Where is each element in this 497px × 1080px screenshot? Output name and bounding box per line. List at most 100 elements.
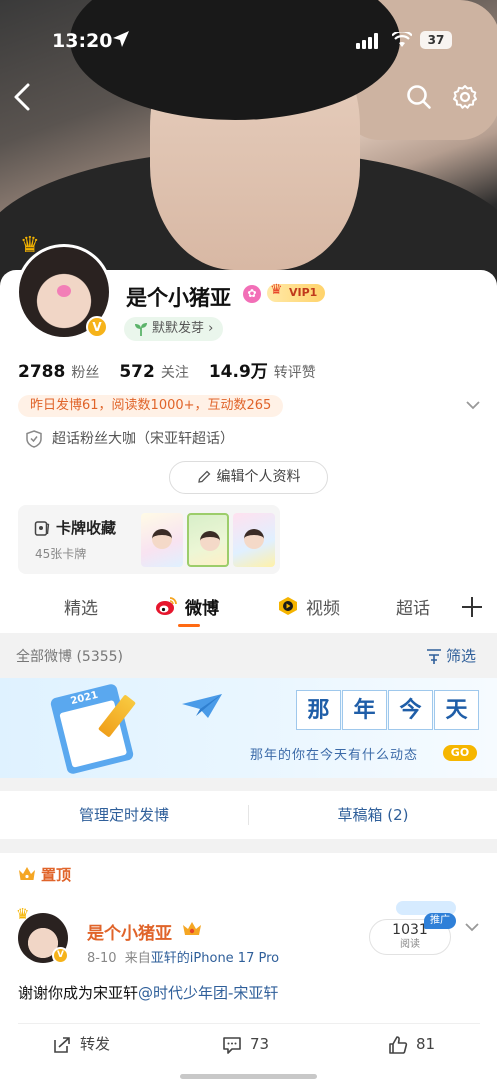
card-icon	[34, 521, 50, 536]
tag-label: 默默发芽	[152, 321, 205, 336]
vip-crown-icon	[183, 922, 201, 935]
repost-button[interactable]: 转发	[52, 1033, 110, 1055]
manage-bar: 管理定时发博 草稿箱 (2)	[0, 791, 497, 839]
banner-go-button[interactable]: GO	[443, 745, 477, 761]
crown-icon: ♛	[20, 233, 40, 258]
filter-label: 筛选	[446, 647, 477, 665]
scheduled-posts-button[interactable]: 管理定时发博	[0, 791, 248, 839]
tab-featured[interactable]: 精选	[64, 594, 98, 619]
thumbs-up-icon	[389, 1036, 408, 1054]
post-date: 8-10	[87, 951, 117, 966]
sprout-tag[interactable]: 默默发芽 ›	[124, 317, 224, 341]
banner-title: 那 年 今 天	[296, 690, 480, 730]
home-indicator[interactable]	[180, 1074, 317, 1079]
paper-plane-icon	[182, 694, 222, 718]
promote-tag[interactable]: 推广	[424, 913, 456, 929]
vip-crown-icon: ♛	[270, 282, 283, 298]
read-label: 阅读	[400, 939, 420, 950]
post-body: 谢谢你成为宋亚轩	[18, 984, 139, 1002]
crown-icon	[19, 867, 35, 880]
pig-nose-sticker	[57, 285, 71, 297]
edit-profile-button[interactable]: 编辑个人资料	[169, 461, 328, 494]
banner-char: 天	[434, 690, 479, 730]
pinned-label: 置顶	[41, 866, 72, 884]
battery-icon: 37	[420, 31, 452, 49]
card-collection-count: 45张卡牌	[35, 547, 87, 561]
gear-icon[interactable]	[452, 84, 478, 110]
repost-icon	[54, 1037, 70, 1053]
interactions-label[interactable]: 转评赞	[274, 362, 316, 382]
followers-count[interactable]: 2788	[18, 362, 65, 382]
stats-row: 2788 粉丝 572 关注 14.9万 转评赞	[18, 357, 336, 382]
followers-label[interactable]: 粉丝	[71, 362, 99, 382]
vip-badge[interactable]: ♛ VIP1	[267, 282, 326, 302]
activity-summary[interactable]: 昨日发博61，阅读数1000+，互动数265	[18, 395, 284, 417]
post-meta: 8-10 来自亚轩的iPhone 17 Pro	[87, 947, 279, 966]
card-collection[interactable]: 卡牌收藏 45张卡牌	[18, 505, 280, 574]
user-name: 是个小猪亚	[126, 286, 231, 310]
tab-super-topic[interactable]: 超话	[396, 594, 430, 619]
banner-char: 那	[296, 690, 341, 730]
pinned-post[interactable]: 置顶 ♛ V 是个小猪亚 8-10 来自亚轩的iPhone 17 Pro 103…	[0, 853, 497, 1080]
comment-count: 73	[250, 1035, 270, 1053]
wifi-icon	[392, 32, 412, 47]
search-icon[interactable]	[406, 84, 432, 110]
drafts-button[interactable]: 草稿箱 (2)	[249, 791, 497, 839]
battery-level: 37	[427, 33, 445, 47]
vip-label: VIP1	[289, 286, 318, 299]
tag-arrow: ›	[208, 321, 214, 336]
post-author[interactable]: 是个小猪亚	[87, 919, 172, 944]
crown-icon: ♛	[16, 905, 30, 923]
following-label[interactable]: 关注	[161, 362, 189, 382]
card-thumbnail[interactable]	[233, 513, 275, 567]
chevron-down-icon[interactable]	[464, 919, 480, 935]
on-this-day-banner[interactable]: 2021 那 年 今 天 那年的你在今天有什么动态 GO	[0, 678, 497, 778]
filter-button[interactable]: 筛选	[426, 645, 476, 666]
signal-icon	[356, 33, 378, 49]
banner-subtitle: 那年的你在今天有什么动态	[250, 748, 419, 763]
card-thumbnail-face	[200, 531, 220, 551]
pencil-icon	[197, 470, 210, 483]
tab-weibo[interactable]: 微博	[185, 594, 219, 619]
banner-char: 年	[342, 690, 387, 730]
plus-icon[interactable]	[461, 596, 483, 618]
repost-label: 转发	[80, 1035, 111, 1053]
chevron-down-icon[interactable]	[465, 397, 481, 413]
post-source-prefix: 来自	[124, 951, 151, 966]
sprout-icon	[135, 323, 147, 336]
super-topic-text: 超话粉丝大咖（宋亚轩超话）	[52, 431, 234, 447]
member-badge-icon[interactable]: ✿	[243, 285, 261, 303]
weibo-logo-icon	[156, 597, 177, 615]
comment-button[interactable]: 73	[222, 1033, 269, 1055]
all-posts-count[interactable]: 全部微博 (5355)	[16, 646, 123, 666]
tab-video[interactable]: 视频	[306, 594, 340, 619]
shield-icon	[26, 430, 42, 448]
post-source[interactable]: 亚轩的iPhone 17 Pro	[151, 951, 279, 966]
post-action-bar: 转发 73 81	[18, 1023, 480, 1059]
like-count: 81	[416, 1035, 436, 1053]
interactions-count[interactable]: 14.9万	[209, 357, 268, 382]
card-collection-title: 卡牌收藏	[56, 519, 117, 537]
card-thumbnail[interactable]	[187, 513, 229, 567]
status-bar: 13:20 37	[0, 0, 497, 80]
video-icon	[279, 597, 297, 615]
edit-profile-label: 编辑个人资料	[216, 469, 301, 485]
verified-badge-icon: V	[86, 316, 108, 338]
post-mention[interactable]: @时代少年团-宋亚轩	[138, 984, 278, 1002]
following-count[interactable]: 572	[119, 362, 155, 382]
filter-icon	[427, 649, 441, 664]
back-arrow-icon[interactable]	[10, 82, 36, 112]
location-arrow-icon	[113, 31, 129, 47]
post-text: 谢谢你成为宋亚轩@时代少年团-宋亚轩	[18, 982, 278, 1003]
card-thumbnail[interactable]	[141, 513, 183, 567]
active-tab-indicator	[178, 624, 200, 627]
banner-char: 今	[388, 690, 433, 730]
feed-header: 全部微博 (5355) 筛选	[0, 633, 497, 677]
profile-tabs: 精选 微博 视频 超话	[0, 588, 497, 632]
like-button[interactable]: 81	[388, 1033, 435, 1055]
comment-icon	[223, 1037, 241, 1054]
status-time: 13:20	[52, 30, 113, 52]
verified-badge-icon: V	[52, 947, 69, 964]
card-thumbnail-face	[244, 529, 264, 549]
card-thumbnail-face	[152, 529, 172, 549]
